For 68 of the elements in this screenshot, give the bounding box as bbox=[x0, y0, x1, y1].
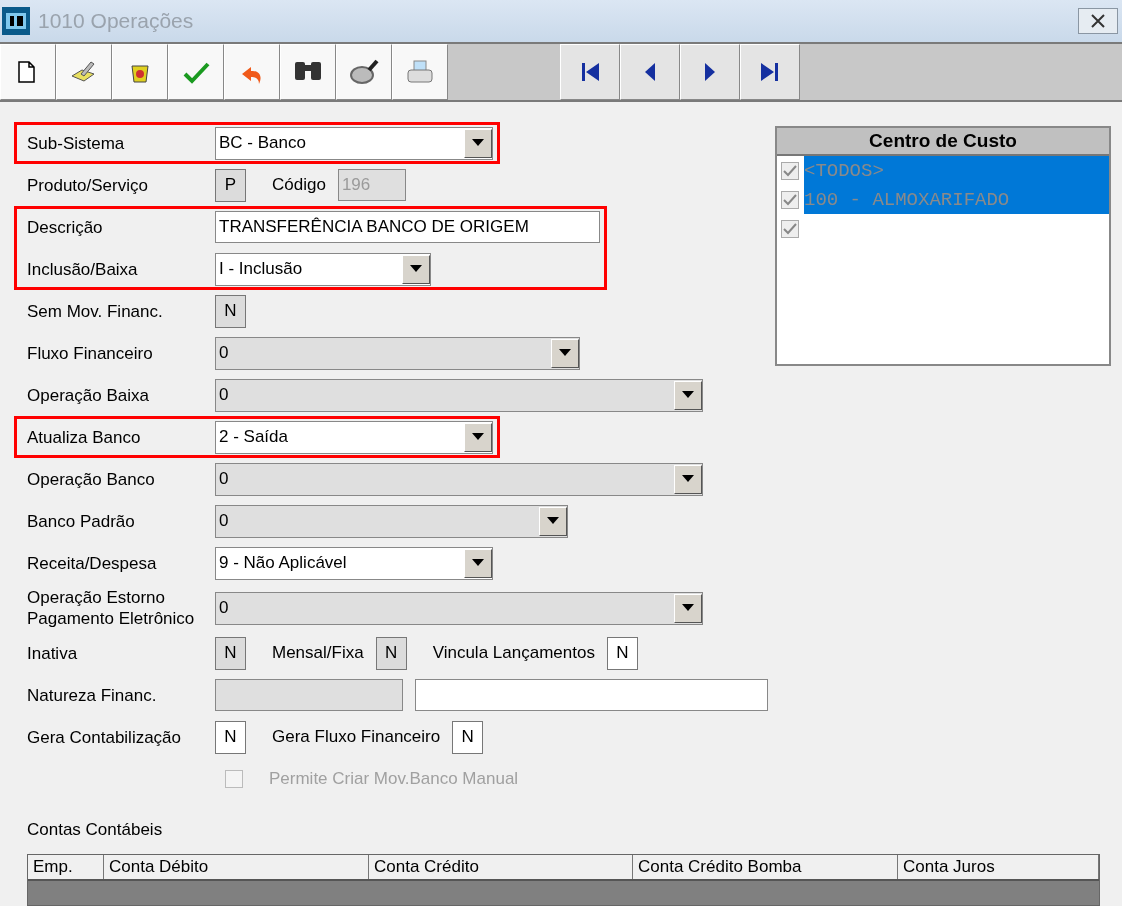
caret-down-icon bbox=[559, 349, 571, 357]
toolbar-button[interactable] bbox=[280, 44, 336, 100]
navigation-button[interactable] bbox=[620, 44, 680, 100]
field-label: Inativa bbox=[26, 642, 79, 664]
flag-field[interactable]: N bbox=[606, 636, 638, 670]
field-label: Operação Baixa bbox=[26, 384, 150, 406]
column-header[interactable]: Conta Juros bbox=[898, 855, 1099, 879]
field-label: Gera Fluxo Financeiro bbox=[272, 727, 441, 747]
navigation-button[interactable] bbox=[740, 44, 800, 100]
column-header[interactable]: Emp. bbox=[28, 855, 104, 879]
field-label: Vincula Lançamentos bbox=[432, 643, 595, 663]
caret-down-icon bbox=[547, 517, 559, 525]
dropdown-button[interactable] bbox=[464, 128, 492, 158]
close-button[interactable] bbox=[1078, 8, 1118, 34]
column-header[interactable]: Conta Crédito bbox=[369, 855, 633, 879]
toolbar-button[interactable] bbox=[336, 44, 392, 100]
caret-down-icon bbox=[472, 559, 484, 567]
checkbox[interactable] bbox=[781, 190, 799, 209]
check-icon bbox=[783, 164, 797, 177]
field-label: Operação Banco bbox=[26, 468, 156, 490]
field-label: Atualiza Banco bbox=[26, 426, 142, 448]
flag-field[interactable]: N bbox=[215, 720, 246, 754]
check-icon bbox=[783, 222, 797, 235]
dropdown[interactable]: 2 - Saída bbox=[215, 420, 493, 454]
input-field[interactable] bbox=[415, 679, 768, 711]
field-label: Descrição bbox=[26, 216, 104, 238]
caret-down-icon bbox=[682, 604, 694, 612]
caret-down-icon bbox=[682, 475, 694, 483]
dropdown-button[interactable] bbox=[464, 422, 492, 452]
magnifier-icon bbox=[349, 58, 379, 86]
app-logo-icon bbox=[2, 7, 30, 35]
list-header: Centro de Custo bbox=[777, 128, 1109, 156]
window-title: 1010 Operações bbox=[38, 9, 195, 33]
field-label: Sem Mov. Financ. bbox=[26, 300, 164, 322]
dropdown[interactable]: I - Inclusão bbox=[215, 252, 431, 286]
field-label: Banco Padrão bbox=[26, 510, 136, 532]
checkbox[interactable] bbox=[781, 219, 799, 238]
field-label: Receita/Despesa bbox=[26, 552, 158, 574]
caret-down-icon bbox=[682, 391, 694, 399]
toolbar-button[interactable] bbox=[0, 44, 56, 100]
dropdown-button[interactable] bbox=[402, 254, 430, 284]
field-label: Produto/Serviço bbox=[26, 174, 149, 196]
printer-icon bbox=[405, 58, 435, 86]
field-label: Mensal/Fixa bbox=[272, 643, 364, 663]
caret-down-icon bbox=[472, 139, 484, 147]
field-label: Inclusão/Baixa bbox=[26, 258, 139, 280]
navigation-button[interactable] bbox=[560, 44, 620, 100]
dropdown[interactable]: BC - Banco bbox=[215, 126, 493, 160]
caret-down-icon bbox=[472, 433, 484, 441]
field-label: Código bbox=[272, 175, 326, 195]
section-label: Contas Contábeis bbox=[26, 820, 164, 840]
column-header[interactable]: Conta Débito bbox=[104, 855, 369, 879]
column-header[interactable]: Conta Crédito Bomba bbox=[633, 855, 898, 879]
checkbox[interactable] bbox=[781, 161, 799, 180]
navigation-button[interactable] bbox=[680, 44, 740, 100]
field-label: Fluxo Financeiro bbox=[26, 342, 154, 364]
input-field[interactable]: TRANSFERÊNCIA BANCO DE ORIGEM bbox=[215, 211, 600, 243]
field-label: Gera Contabilização bbox=[26, 726, 183, 748]
caret-down-icon bbox=[410, 265, 422, 273]
dropdown-button[interactable] bbox=[464, 548, 492, 578]
field-label: Natureza Financ. bbox=[26, 684, 158, 706]
check-icon bbox=[783, 193, 797, 206]
close-icon bbox=[1091, 14, 1105, 28]
field-label: Operação Estorno Pagamento Eletrônico bbox=[26, 587, 196, 629]
flag-field[interactable]: N bbox=[452, 720, 484, 754]
field-label: Sub-Sistema bbox=[26, 132, 126, 154]
dropdown[interactable]: 9 - Não Aplicável bbox=[215, 546, 493, 580]
field-label: Permite Criar Mov.Banco Manual bbox=[269, 769, 519, 789]
